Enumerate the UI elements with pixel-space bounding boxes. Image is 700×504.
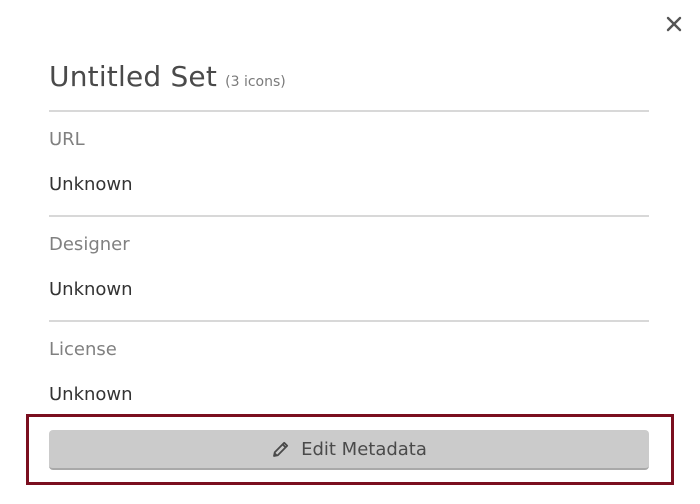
set-title: Untitled Set [49, 60, 218, 93]
divider [49, 215, 649, 217]
icon-count: (3 icons) [225, 74, 286, 90]
url-label: URL [49, 129, 85, 150]
url-value: Unknown [49, 174, 133, 195]
edit-metadata-button[interactable]: Edit Metadata [49, 430, 649, 470]
set-metadata-dialog: Untitled Set (3 icons) URL Unknown Desig… [0, 0, 700, 504]
edit-metadata-label: Edit Metadata [301, 438, 427, 460]
pencil-icon [271, 439, 291, 459]
license-value: Unknown [49, 384, 133, 405]
license-label: License [49, 339, 117, 360]
close-icon[interactable] [664, 14, 684, 34]
divider [49, 110, 649, 112]
designer-value: Unknown [49, 279, 133, 300]
dialog-header: Untitled Set (3 icons) [49, 60, 286, 93]
divider [49, 320, 649, 322]
designer-label: Designer [49, 234, 130, 255]
